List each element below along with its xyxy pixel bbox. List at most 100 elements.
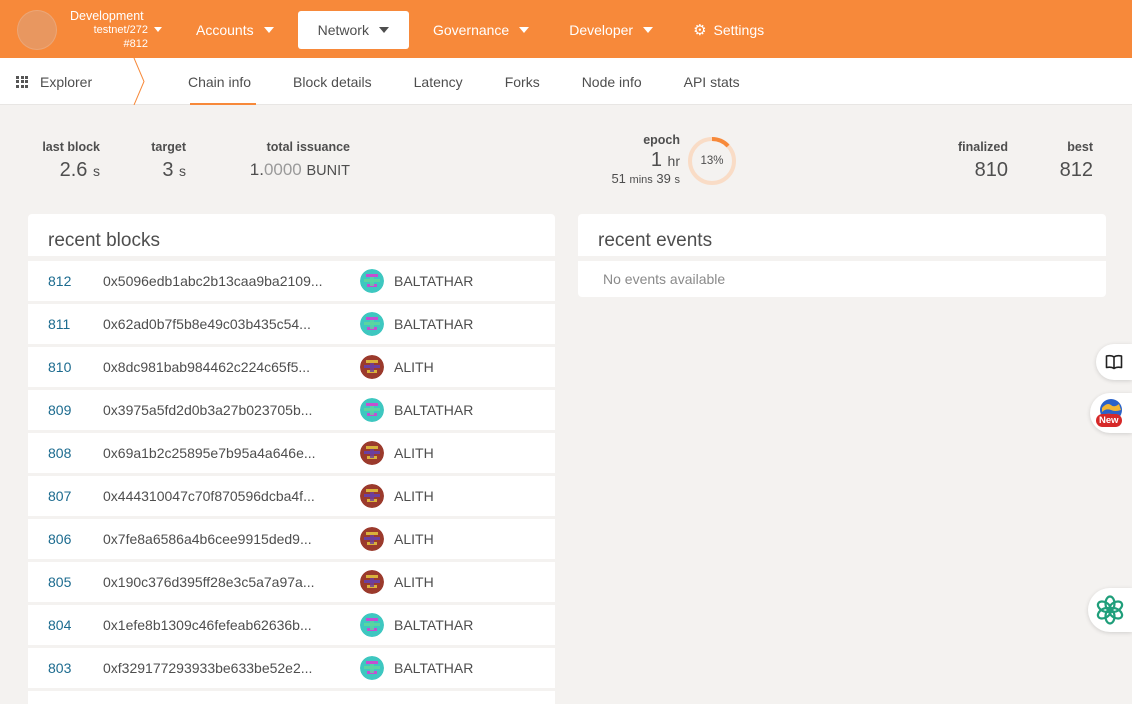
block-number-link[interactable]: 812 (28, 273, 103, 289)
table-row: 804 0x1efe8b1309c46fefeab62636b... BALTATH… (28, 605, 555, 645)
block-number-link[interactable]: 809 (28, 402, 103, 418)
stat-last-block-value: 2.6 s (38, 158, 100, 183)
block-author[interactable]: ALITH (394, 488, 434, 504)
tab-api-stats[interactable]: API stats (663, 58, 761, 105)
block-number-link[interactable]: 804 (28, 617, 103, 633)
block-number-link[interactable]: 805 (28, 574, 103, 590)
block-number-link[interactable]: 810 (28, 359, 103, 375)
last-block-number: 2.6 (59, 159, 88, 181)
stat-best-value: 812 (1059, 159, 1093, 181)
caret-down-icon (263, 27, 274, 33)
author-avatar-icon[interactable] (360, 269, 384, 293)
menu-governance[interactable]: Governance (417, 11, 545, 49)
gears-icon: ⚙ (693, 22, 707, 39)
menu-governance-label: Governance (432, 22, 510, 38)
tab-block-details[interactable]: Block details (272, 58, 393, 105)
author-avatar-icon[interactable] (360, 527, 384, 551)
menu-network[interactable]: Network (297, 11, 409, 49)
block-hash: 0x62ad0b7f5b8e49c03b435c54... (103, 316, 311, 332)
target-unit: s (179, 163, 186, 179)
stat-target: target 3 s (140, 140, 186, 183)
block-hash: 0x5096edb1abc2b13caa9ba2109... (103, 273, 323, 289)
author-avatar-icon[interactable] (360, 656, 384, 680)
author-avatar-icon[interactable] (360, 441, 384, 465)
author-avatar-icon[interactable] (360, 570, 384, 594)
tab-bar: Chain info Block details Latency Forks N… (174, 58, 761, 105)
table-row: 812 0x5096edb1abc2b13caa9ba2109... BALTATH… (28, 261, 555, 301)
menu-developer-label: Developer (569, 22, 634, 38)
tab-latency[interactable]: Latency (393, 58, 484, 105)
block-author[interactable]: BALTATHAR (394, 316, 473, 332)
epoch-secs: 39 (656, 171, 671, 186)
author-avatar-icon[interactable] (360, 355, 384, 379)
block-number-link[interactable]: 811 (28, 316, 103, 332)
stat-last-block-label: last block (42, 140, 100, 154)
chevron-down-icon[interactable] (154, 27, 162, 32)
caret-down-icon (378, 27, 389, 33)
epoch-hours: 1 (650, 149, 662, 171)
block-number-link[interactable]: 808 (28, 445, 103, 461)
grid-icon (16, 75, 28, 88)
table-row: 807 0x444310047c70f870596dcba4f... ALITH (28, 476, 555, 516)
block-hash: 0x7fe8a6586a4b6cee9915ded9... (103, 531, 312, 547)
block-author[interactable]: ALITH (394, 531, 434, 547)
block-author[interactable]: ALITH (394, 445, 434, 461)
recent-blocks-header: recent blocks (28, 214, 555, 256)
menu-developer[interactable]: Developer (553, 11, 669, 49)
block-author[interactable]: ALITH (394, 574, 434, 590)
author-avatar-icon[interactable] (360, 312, 384, 336)
chain-name: Development (70, 9, 144, 23)
new-badge: New (1096, 414, 1122, 427)
block-author[interactable]: BALTATHAR (394, 402, 473, 418)
author-avatar-icon[interactable] (360, 484, 384, 508)
top-navbar: Development testnet/272 #812 Accounts Ne… (0, 0, 1132, 58)
issuance-int: 1. (249, 160, 264, 179)
book-icon (1105, 354, 1123, 370)
stat-best-label: best (1067, 140, 1093, 154)
chain-logo[interactable] (17, 10, 57, 50)
block-number-link[interactable]: 803 (28, 660, 103, 676)
menu-settings[interactable]: ⚙ Settings (677, 11, 780, 49)
tab-node-info[interactable]: Node info (561, 58, 663, 105)
tab-chain-info[interactable]: Chain info (174, 58, 272, 105)
stat-issuance-label: total issuance (266, 140, 350, 154)
block-author[interactable]: ALITH (394, 359, 434, 375)
epoch-hours-unit: hr (667, 153, 680, 169)
table-row: 808 0x69a1b2c25895e7b95a4a646e... ALITH (28, 433, 555, 473)
stat-finalized-value: 810 (974, 159, 1008, 181)
section-explorer[interactable]: Explorer (16, 58, 92, 105)
block-number-link[interactable]: 806 (28, 531, 103, 547)
main-menu: Accounts Network Governance Developer ⚙ … (180, 11, 788, 49)
stat-epoch-label: epoch (643, 133, 680, 147)
block-author[interactable]: BALTATHAR (394, 273, 473, 289)
stat-total-issuance: total issuance 1.0000 BUNIT (226, 140, 350, 183)
issuance-decimals: 0000 (263, 160, 302, 179)
chain-best-block: #812 (123, 38, 148, 50)
docs-button[interactable] (1096, 344, 1132, 380)
menu-accounts[interactable]: Accounts (180, 11, 290, 49)
stat-epoch-hours: 1 hr (598, 149, 680, 172)
recent-events-header: recent events (578, 214, 1106, 256)
block-author[interactable]: BALTATHAR (394, 660, 473, 676)
stat-epoch: epoch 1 hr 51 mins 39 s (598, 133, 680, 187)
tab-forks[interactable]: Forks (484, 58, 561, 105)
author-avatar-icon[interactable] (360, 398, 384, 422)
caret-down-icon (519, 27, 530, 33)
menu-network-label: Network (317, 22, 369, 38)
author-avatar-icon[interactable] (360, 613, 384, 637)
table-row: 806 0x7fe8a6586a4b6cee9915ded9... ALITH (28, 519, 555, 559)
stat-epoch-remaining: 51 mins 39 s (598, 172, 680, 187)
menu-settings-label: Settings (713, 22, 765, 38)
block-number-link[interactable]: 807 (28, 488, 103, 504)
stat-issuance-value: 1.0000 BUNIT (226, 158, 350, 183)
assistant-button[interactable] (1088, 588, 1132, 632)
stat-best: best 812 (1040, 140, 1093, 182)
stat-last-block: last block 2.6 s (38, 140, 100, 183)
block-hash: 0x8dc981bab984462c224c65f5... (103, 359, 311, 375)
chain-selector[interactable]: Development testnet/272 #812 (70, 9, 148, 51)
new-feature-button[interactable]: New (1090, 393, 1132, 433)
block-author[interactable]: BALTATHAR (394, 617, 473, 633)
epoch-mins: 51 (611, 171, 626, 186)
recent-blocks-title: recent blocks (48, 230, 160, 251)
table-row: 811 0x62ad0b7f5b8e49c03b435c54... BALTATHA… (28, 304, 555, 344)
